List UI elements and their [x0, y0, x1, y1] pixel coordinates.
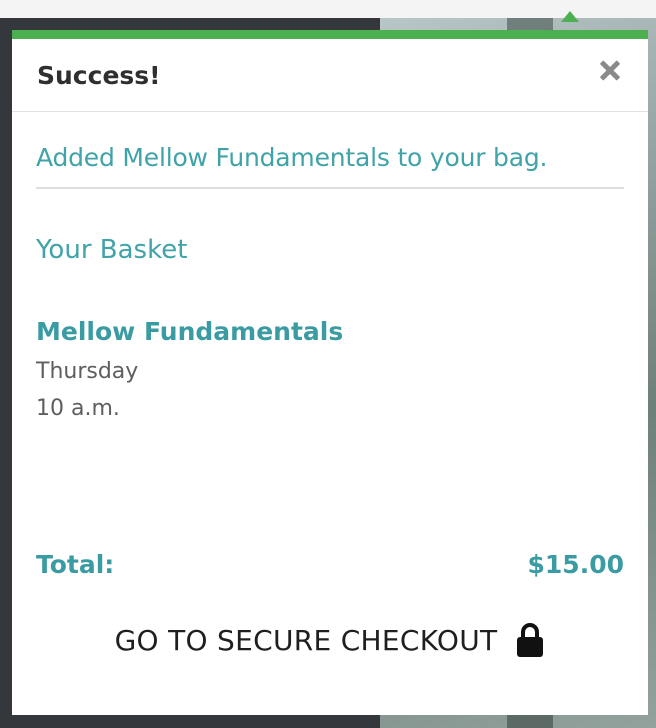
close-icon[interactable] [596, 57, 624, 85]
checkout-label: GO TO SECURE CHECKOUT [114, 623, 498, 657]
lock-icon [515, 622, 545, 658]
total-value: $15.00 [527, 550, 624, 579]
basket-heading: Your Basket [36, 235, 188, 265]
background-top-bar [0, 0, 656, 18]
basket-item-time: 10 a.m. [36, 396, 120, 421]
secure-checkout-button[interactable]: GO TO SECURE CHECKOUT [72, 614, 588, 666]
divider [36, 187, 624, 189]
popup-title: Success! [37, 61, 161, 90]
total-label: Total: [36, 550, 115, 579]
cart-confirmation-popup: Success! Added Mellow Fundamentals to yo… [12, 30, 648, 715]
basket-item-name: Mellow Fundamentals [36, 317, 344, 346]
popup-caret [561, 11, 579, 22]
added-to-bag-message: Added Mellow Fundamentals to your bag. [36, 143, 548, 172]
popup-header: Success! [12, 39, 648, 112]
basket-item-day: Thursday [36, 359, 139, 384]
